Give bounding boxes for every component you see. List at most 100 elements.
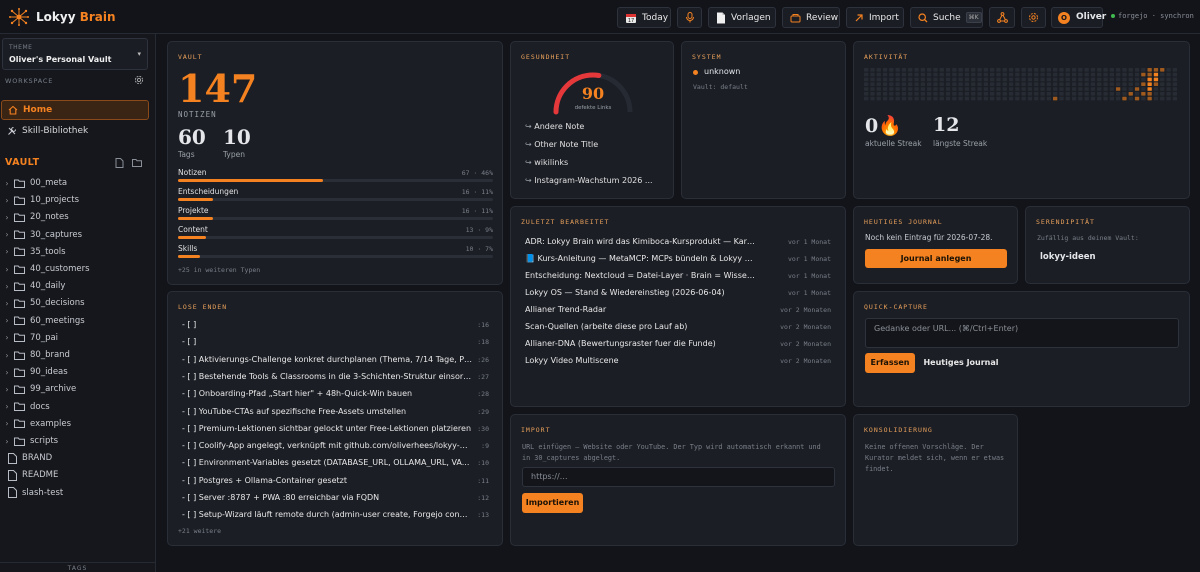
loose-end-item[interactable]: - [ ] Onboarding-Pfad „Start hier" + 48h…: [182, 389, 489, 406]
tree-folder[interactable]: › 90_ideas: [0, 364, 150, 380]
review-button[interactable]: Review: [782, 7, 840, 28]
capture-submit-button[interactable]: Erfassen: [865, 353, 915, 373]
loose-end-item[interactable]: - [ ] Setup-Wizard läuft remote durch (a…: [182, 510, 489, 527]
recent-item[interactable]: Allianer Trend-Radar vor 2 Monaten: [525, 305, 831, 322]
tree-folder[interactable]: › 99_archive: [0, 381, 150, 397]
loose-end-item[interactable]: - [ ] Bestehende Tools & Classrooms in d…: [182, 372, 489, 389]
heatmap-cell: [1090, 72, 1096, 77]
tree-folder[interactable]: › 20_notes: [0, 209, 150, 225]
heatmap-cell: [882, 68, 888, 72]
type-bar-skills[interactable]: Skills 10 · 7%: [178, 244, 493, 260]
loose-end-item[interactable]: - [ ] Aktivierungs-Challenge konkret dur…: [182, 355, 489, 372]
nav-skill-bibliothek[interactable]: Skill-Bibliothek: [1, 121, 149, 141]
broken-link[interactable]: ↪ Other Note Title: [525, 140, 598, 149]
tree-folder[interactable]: › 10_projects: [0, 192, 150, 208]
quick-capture-input[interactable]: Gedanke oder URL... (⌘/Ctrl+Enter): [865, 318, 1179, 348]
home-icon: [8, 105, 18, 115]
loose-end-item[interactable]: - [ ] Coolify-App angelegt, verknüpft mi…: [182, 441, 489, 458]
more-loose-ends-link[interactable]: +21 weitere: [178, 527, 221, 535]
open-journal-button[interactable]: Heutiges Journal: [921, 353, 1001, 373]
create-journal-button[interactable]: Journal anlegen: [865, 249, 1007, 268]
heatmap-cell: [927, 82, 932, 86]
settings-button[interactable]: [1021, 7, 1046, 28]
vault-selector[interactable]: THEME Oliver's Personal Vault ▾: [2, 38, 148, 70]
heatmap-cell: [927, 77, 932, 82]
new-folder-icon[interactable]: [132, 158, 142, 167]
microphone-icon: [685, 12, 694, 23]
vorlagen-button[interactable]: Vorlagen: [708, 7, 776, 28]
recent-item[interactable]: Lokyy Video Multiscene vor 2 Monaten: [525, 356, 831, 373]
import-button[interactable]: Import: [846, 7, 904, 28]
loose-end-text: - [ ]: [182, 320, 197, 329]
tree-folder[interactable]: › 35_tools: [0, 244, 150, 260]
today-button[interactable]: 17 Today: [617, 7, 671, 28]
heatmap-cell: [990, 77, 995, 82]
tree-folder[interactable]: › 50_decisions: [0, 295, 150, 311]
recent-item[interactable]: Allianer-DNA (Bewertungsraster fuer die …: [525, 339, 831, 356]
brain-network-icon[interactable]: [8, 7, 30, 27]
import-submit-button[interactable]: Importieren: [522, 493, 583, 513]
heatmap-cell: [1166, 72, 1171, 77]
recent-item[interactable]: 📘 Kurs-Anleitung — MetaMCP: MCPs bündeln…: [525, 254, 831, 271]
tree-folder[interactable]: › 30_captures: [0, 227, 150, 243]
serendipity-card: SERENDIPITÄT Zufällig aus deinem Vault: …: [1025, 206, 1190, 284]
broken-link[interactable]: ↪ Instagram-Wachstum 2026 ...: [525, 176, 653, 185]
loose-end-item[interactable]: - [ ] Environment-Variables gesetzt (DAT…: [182, 458, 489, 475]
heatmap-cell: [983, 72, 988, 77]
recent-item[interactable]: ADR: Lokyy Brain wird das Kimiboca-Kursp…: [525, 237, 831, 254]
tree-file[interactable]: BRAND: [0, 450, 150, 466]
type-bar-content[interactable]: Content 13 · 9%: [178, 225, 493, 241]
loose-end-line: :28: [477, 390, 489, 399]
tree-folder[interactable]: › 80_brand: [0, 347, 150, 363]
heatmap-cell: [1122, 72, 1127, 77]
tree-folder[interactable]: › docs: [0, 399, 150, 415]
type-bar-entscheidungen[interactable]: Entscheidungen 16 · 11%: [178, 187, 493, 203]
import-url-input[interactable]: https://…: [522, 467, 835, 487]
voice-button[interactable]: [677, 7, 702, 28]
tree-folder[interactable]: › examples: [0, 416, 150, 432]
heatmap-cell: [1097, 82, 1102, 86]
tree-folder[interactable]: › 40_customers: [0, 261, 150, 277]
heatmap-cell: [1134, 92, 1140, 96]
heatmap-cell: [1027, 87, 1033, 91]
loose-end-item[interactable]: - [ ] Premium-Lektionen sichtbar gelockt…: [182, 424, 489, 441]
heatmap-cell: [1059, 77, 1064, 82]
heatmap-cell: [977, 68, 982, 72]
tree-folder[interactable]: › 00_meta: [0, 175, 150, 191]
loose-end-item[interactable]: - [ ] Server :8787 + PWA :80 erreichbar …: [182, 493, 489, 510]
tree-folder[interactable]: › 40_daily: [0, 278, 150, 294]
nav-home[interactable]: Home: [1, 100, 149, 120]
loose-end-item[interactable]: - [ ]:18: [182, 337, 489, 354]
loose-end-item[interactable]: - [ ] Postgres + Ollama-Container gesetz…: [182, 476, 489, 493]
tree-file[interactable]: README: [0, 467, 150, 483]
more-types-link[interactable]: +25 in weiteren Typen: [178, 266, 260, 274]
graph-button[interactable]: [989, 7, 1015, 28]
recent-item[interactable]: Lokyy OS — Stand & Wiedereinstieg (2026-…: [525, 288, 831, 305]
recent-item[interactable]: Entscheidung: Nextcloud = Datei-Layer · …: [525, 271, 831, 288]
gear-icon[interactable]: [134, 75, 144, 85]
search-button[interactable]: Suche ⌘K: [910, 7, 983, 28]
broken-link[interactable]: ↪ wikilinks: [525, 158, 568, 167]
health-card: GESUNDHEIT 90 defekte Links ↪ Andere Not…: [510, 41, 674, 199]
broken-link[interactable]: ↪ Andere Note: [525, 122, 584, 131]
user-menu-button[interactable]: O Oliver: [1051, 7, 1106, 28]
heatmap-cell: [996, 96, 1001, 101]
serendipity-item[interactable]: lokyy-ideen: [1040, 252, 1096, 262]
type-bar-projekte[interactable]: Projekte 16 · 11%: [178, 206, 493, 222]
tree-folder[interactable]: › 60_meetings: [0, 313, 150, 329]
loose-end-item[interactable]: - [ ]:16: [182, 320, 489, 337]
heatmap-cell: [908, 92, 913, 96]
vault-card-title: VAULT: [178, 53, 203, 61]
heatmap-cell: [1109, 92, 1114, 96]
new-note-icon[interactable]: [115, 158, 124, 168]
heatmap-cell: [1103, 68, 1108, 72]
tree-file[interactable]: slash-test: [0, 485, 150, 501]
heatmap-cell: [908, 77, 913, 82]
tags-heading[interactable]: TAGS: [0, 562, 155, 572]
heatmap-cell: [920, 77, 925, 82]
type-bar-notizen[interactable]: Notizen 67 · 46%: [178, 168, 493, 184]
loose-end-item[interactable]: - [ ] YouTube-CTAs auf spezifische Free-…: [182, 407, 489, 424]
tree-folder[interactable]: › scripts: [0, 433, 150, 449]
recent-item[interactable]: Scan-Quellen (arbeite diese pro Lauf ab)…: [525, 322, 831, 339]
tree-folder[interactable]: › 70_pai: [0, 330, 150, 346]
